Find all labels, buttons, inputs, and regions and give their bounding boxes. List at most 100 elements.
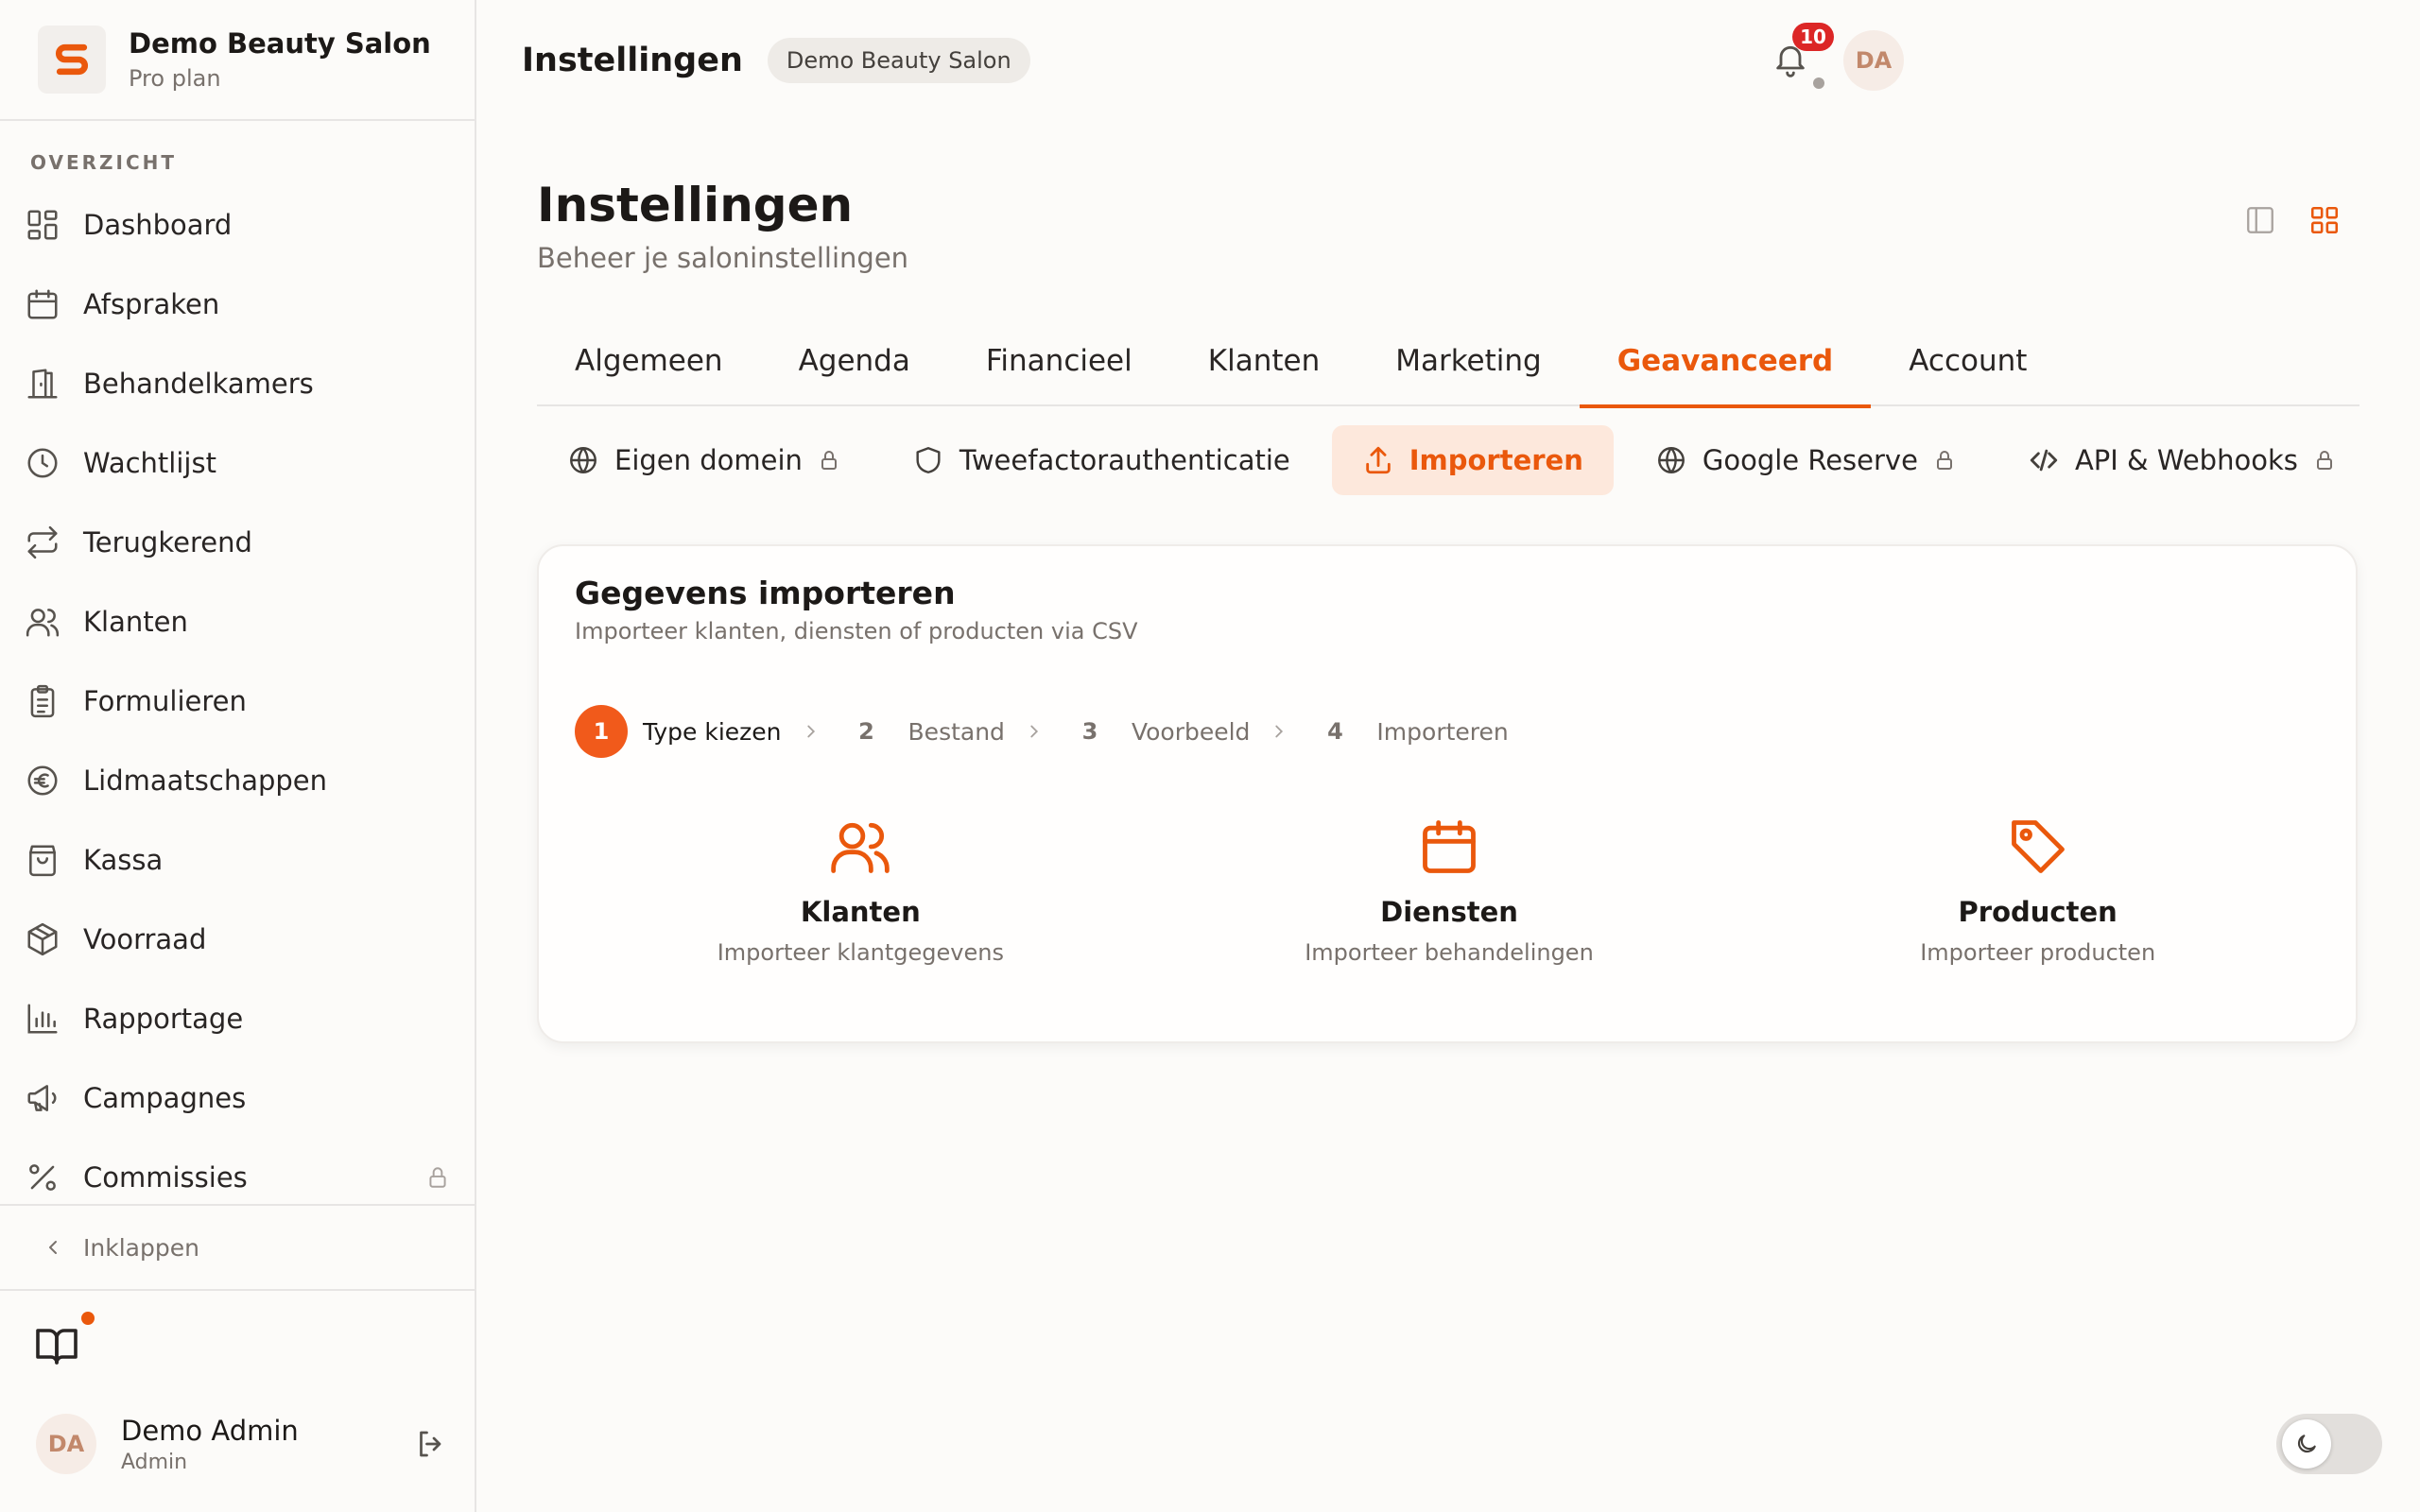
option-description: Importeer klantgegevens [717, 939, 1004, 966]
percent-icon [29, 1164, 56, 1191]
sidebar-item-afspraken[interactable]: Afspraken [0, 265, 475, 344]
import-type-options: Klanten Importeer klantgegevens Diensten… [575, 796, 2325, 1011]
sidebar-item-label: Terugkerend [83, 526, 252, 558]
globe-icon [1657, 447, 1685, 473]
clipboard-icon [30, 684, 55, 718]
sidebar-item-label: Voorraad [83, 923, 207, 955]
repeat-icon [27, 525, 58, 559]
calendar-icon [1423, 820, 1476, 873]
page-subtitle: Beheer je saloninstellingen [537, 242, 909, 274]
book-open-icon[interactable] [34, 1323, 79, 1368]
sidebar-item-voorraad[interactable]: Voorraad [0, 900, 475, 979]
brand-logo [38, 26, 106, 94]
settings-tabs: Algemeen Agenda Financieel Klanten Marke… [537, 336, 2360, 408]
user-profile[interactable]: DA Demo Admin Admin [36, 1412, 452, 1476]
sidebar-item-label: Campagnes [83, 1082, 247, 1114]
sidebar-layout-icon[interactable] [2244, 204, 2276, 236]
tab-klanten[interactable]: Klanten [1170, 336, 1357, 406]
tab-account[interactable]: Account [1871, 336, 2065, 406]
sidebar-item-label: Dashboard [83, 209, 233, 241]
status-dot [1813, 77, 1824, 89]
grid-layout-icon[interactable] [2308, 204, 2341, 236]
sidebar-item-label: Commissies [83, 1161, 248, 1194]
sidebar-item-klanten[interactable]: Klanten [0, 582, 475, 662]
sidebar-item-dashboard[interactable]: Dashboard [0, 185, 475, 265]
import-card: Gegevens importeren Importeer klanten, d… [537, 544, 2358, 1043]
sidebar-item-campagnes[interactable]: Campagnes [0, 1058, 475, 1138]
megaphone-icon [27, 1085, 57, 1111]
avatar: DA [36, 1414, 96, 1474]
globe-icon [570, 447, 596, 473]
shopping-bag-icon [29, 845, 56, 877]
option-title: Klanten [800, 896, 921, 928]
import-option-diensten[interactable]: Diensten Importeer behandelingen [1163, 796, 1736, 1011]
notification-dot [81, 1312, 95, 1325]
sidebar-item-wachtlijst[interactable]: Wachtlijst [0, 423, 475, 503]
salon-badge: Demo Beauty Salon [767, 38, 1030, 83]
subtab-importeren[interactable]: Importeren [1331, 425, 1614, 495]
step-number: 3 [1081, 718, 1098, 745]
tab-agenda[interactable]: Agenda [761, 336, 948, 406]
tab-geavanceerd[interactable]: Geavanceerd [1579, 336, 1872, 408]
tab-financieel[interactable]: Financieel [948, 336, 1170, 406]
sidebar-item-commissies[interactable]: Commissies [0, 1138, 475, 1204]
users-icon [831, 822, 890, 873]
header-avatar[interactable]: DA [1843, 30, 1904, 91]
sidebar-item-label: Kassa [83, 844, 164, 876]
sidebar-item-lidmaatschappen[interactable]: Lidmaatschappen [0, 741, 475, 820]
bar-chart-icon [27, 1004, 58, 1034]
collapse-sidebar-button[interactable]: Inklappen [0, 1204, 475, 1291]
theme-toggle-knob [2282, 1419, 2331, 1469]
tag-icon [2011, 820, 2065, 873]
sidebar-item-label: Formulieren [83, 685, 247, 717]
user-name: Demo Admin [121, 1414, 299, 1447]
card-title: Gegevens importeren [575, 575, 956, 611]
shield-icon [916, 447, 941, 473]
subtab-google-reserve[interactable]: Google Reserve [1625, 425, 1986, 495]
top-bar: Instellingen Demo Beauty Salon [476, 0, 2420, 121]
advanced-subtabs: Eigen domein Tweefactorauthenticatie Imp… [537, 425, 2360, 495]
import-option-producten[interactable]: Producten Importeer producten [1752, 796, 2325, 1011]
subtab-label: API & Webhooks [2074, 444, 2298, 476]
step-label: Bestand [908, 717, 1005, 746]
sidebar-item-terugkerend[interactable]: Terugkerend [0, 503, 475, 582]
dashboard-icon [27, 210, 58, 240]
notification-count-badge: 10 [1792, 23, 1834, 51]
brand-plan: Pro plan [129, 65, 221, 92]
theme-toggle[interactable] [2276, 1414, 2382, 1474]
logout-icon[interactable] [414, 1427, 448, 1461]
sidebar-nav: Dashboard Afspraken Behandelkamers Wacht… [0, 185, 475, 1204]
upload-icon [1365, 446, 1391, 474]
subtab-label: Google Reserve [1702, 444, 1918, 476]
sidebar-item-rapportage[interactable]: Rapportage [0, 979, 475, 1058]
sidebar-item-formulieren[interactable]: Formulieren [0, 662, 475, 741]
subtab-api-webhooks[interactable]: API & Webhooks [1997, 425, 2360, 495]
option-title: Diensten [1380, 896, 1518, 928]
tab-algemeen[interactable]: Algemeen [537, 336, 761, 406]
user-role: Admin [121, 1450, 188, 1474]
step-label: Type kiezen [643, 717, 782, 746]
subtab-tweefactorauthenticatie[interactable]: Tweefactorauthenticatie [882, 425, 1321, 495]
users-icon [26, 609, 60, 637]
subtab-eigen-domein[interactable]: Eigen domein [537, 425, 871, 495]
brand-header[interactable]: Demo Beauty Salon Pro plan [0, 0, 475, 121]
sidebar: Demo Beauty Salon Pro plan OVERZICHT Das… [0, 0, 476, 1512]
chevron-right-icon [1275, 725, 1284, 738]
option-description: Importeer producten [1920, 939, 2156, 966]
sidebar-item-label: Lidmaatschappen [83, 765, 328, 797]
tab-marketing[interactable]: Marketing [1357, 336, 1580, 406]
code-icon [2030, 449, 2058, 472]
sidebar-item-kassa[interactable]: Kassa [0, 820, 475, 900]
collapse-label: Inklappen [83, 1233, 199, 1262]
chevron-right-icon [806, 725, 815, 738]
step-number: 1 [575, 705, 628, 758]
moon-icon [2297, 1435, 2316, 1453]
sidebar-item-behandelkamers[interactable]: Behandelkamers [0, 344, 475, 423]
calendar-icon [27, 289, 58, 319]
import-option-klanten[interactable]: Klanten Importeer klantgegevens [575, 796, 1147, 1011]
chevron-right-icon [1030, 725, 1038, 738]
package-icon [27, 922, 58, 956]
lock-icon [2316, 451, 2332, 470]
header-title: Instellingen [522, 42, 743, 79]
brand-name: Demo Beauty Salon [129, 27, 431, 60]
